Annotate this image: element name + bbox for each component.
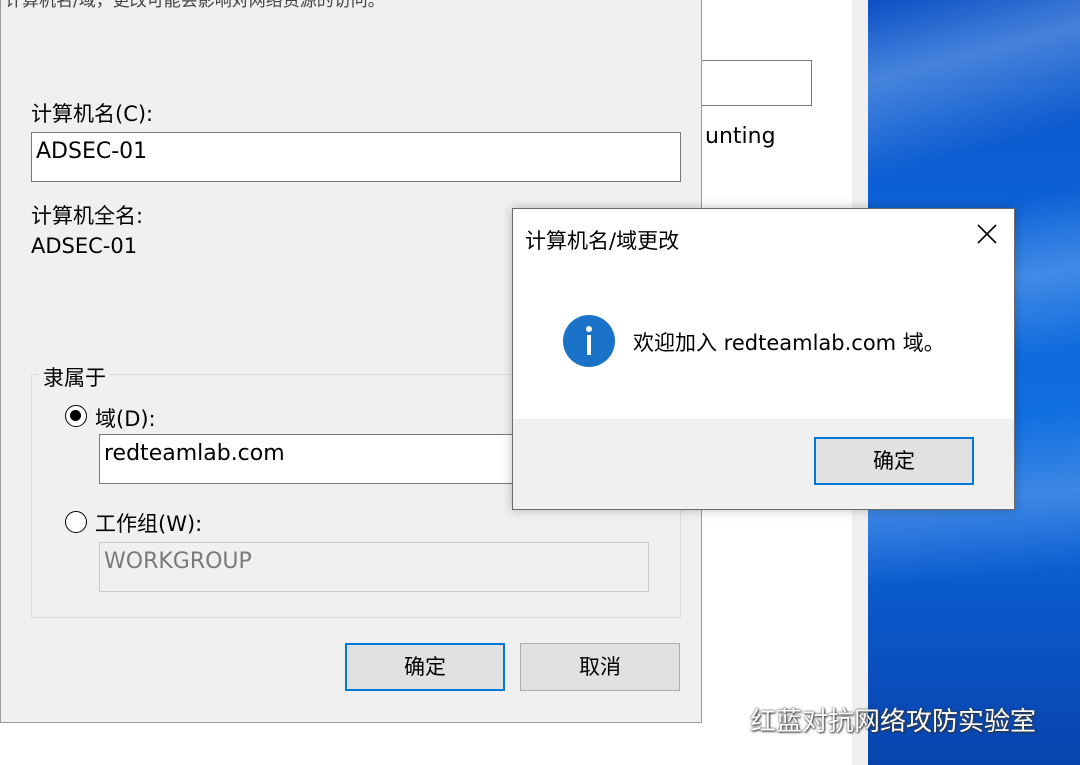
ok-button[interactable]: 确定 <box>345 643 505 691</box>
workgroup-radio[interactable] <box>65 511 87 533</box>
wechat-icon <box>703 704 742 733</box>
message-box-footer: 确定 <box>513 419 1014 509</box>
dialog-description: 计算机名/域，更改可能会影响对网络资源的访问。 <box>5 0 385 11</box>
workgroup-input: WORKGROUP <box>99 542 649 592</box>
message-box-title: 计算机名/域更改 <box>525 229 680 253</box>
message-text: 欢迎加入 redteamlab.com 域。 <box>633 331 945 355</box>
message-ok-button[interactable]: 确定 <box>814 437 974 485</box>
full-computer-name-label: 计算机全名: <box>31 204 144 228</box>
cancel-button[interactable]: 取消 <box>520 643 680 691</box>
info-icon <box>563 315 615 367</box>
member-of-label: 隶属于 <box>39 362 110 392</box>
computer-name-input[interactable]: ADSEC-01 <box>31 132 681 182</box>
watermark-text: 红蓝对抗网络攻防实验室 <box>750 706 1037 737</box>
background-partial-text: unting <box>705 124 776 149</box>
domain-radio[interactable] <box>65 405 87 427</box>
welcome-message-box: 计算机名/域更改 欢迎加入 redteamlab.com 域。 确定 <box>512 208 1015 510</box>
close-icon[interactable] <box>974 221 1000 247</box>
background-input[interactable] <box>700 60 812 106</box>
computer-name-label: 计算机名(C): <box>31 102 154 126</box>
watermark: 红蓝对抗网络攻防实验室 <box>702 700 1036 738</box>
workgroup-radio-label[interactable]: 工作组(W): <box>95 508 202 538</box>
domain-radio-label[interactable]: 域(D): <box>95 403 156 433</box>
full-computer-name-value: ADSEC-01 <box>31 234 138 258</box>
